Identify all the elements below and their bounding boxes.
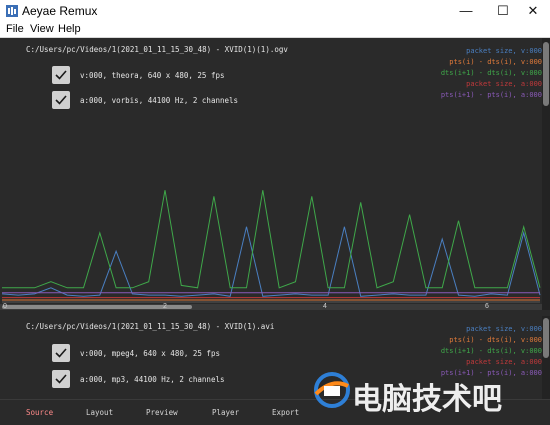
minimize-button[interactable]: —	[449, 0, 483, 22]
x-tick-label: 0	[3, 303, 7, 310]
vertical-scrollbar[interactable]	[542, 38, 550, 310]
x-tick-label: 6	[485, 303, 489, 310]
close-button[interactable]: ✕	[516, 0, 550, 22]
checkmark-icon	[55, 374, 67, 384]
watermark: 电脑技术吧	[312, 372, 502, 417]
window-title: Aeyae Remux	[22, 4, 98, 18]
packet-chart	[1, 190, 541, 303]
horizontal-scrollbar[interactable]	[0, 304, 542, 310]
vertical-scrollbar-2[interactable]	[542, 316, 550, 399]
stream-label-audio-2: a:000, mp3, 44100 Hz, 2 channels	[80, 375, 225, 384]
stream-checkbox-audio-2[interactable]	[52, 370, 70, 388]
watermark-logo	[314, 372, 350, 408]
watermark-text: 电脑技术吧	[352, 382, 502, 417]
tab-export[interactable]: Export	[272, 408, 299, 417]
tab-preview[interactable]: Preview	[146, 408, 178, 417]
x-tick-label: 4	[323, 303, 327, 310]
menu-view[interactable]: View	[30, 23, 54, 35]
vertical-scrollbar-thumb-2[interactable]	[543, 318, 549, 358]
x-tick-label: 2	[163, 303, 167, 310]
legend-packet-size-audio-2: packet size, a:000	[466, 358, 542, 366]
vertical-scrollbar-thumb[interactable]	[543, 42, 549, 106]
legend-packet-size-video-2: packet size, v:000	[466, 325, 542, 333]
tab-source[interactable]: Source	[26, 408, 53, 417]
app-icon	[6, 5, 18, 17]
tab-layout[interactable]: Layout	[86, 408, 113, 417]
menu-file[interactable]: File	[6, 23, 24, 35]
file-path-2: C:/Users/pc/Videos/1(2021_01_11_15_30_48…	[26, 322, 275, 331]
maximize-button[interactable]: ☐	[486, 0, 520, 22]
checkmark-icon	[55, 348, 67, 358]
legend-pts-dts-video-2: pts(i) - dts(i), v:000	[449, 336, 542, 344]
stream-checkbox-video-2[interactable]	[52, 344, 70, 362]
stream-label-video-2: v:000, mpeg4, 640 x 480, 25 fps	[80, 349, 220, 358]
menu-help[interactable]: Help	[58, 23, 81, 35]
title-bar: Aeyae Remux — ☐ ✕	[0, 0, 550, 22]
series-line-2	[2, 190, 541, 289]
legend-dts-delta-video-2: dts(i+1) - dts(i), v:000	[440, 347, 542, 355]
tab-player[interactable]: Player	[212, 408, 239, 417]
menu-bar: File View Help	[0, 22, 550, 38]
main-content: C:/Users/pc/Videos/1(2021_01_11_15_30_48…	[0, 38, 550, 399]
